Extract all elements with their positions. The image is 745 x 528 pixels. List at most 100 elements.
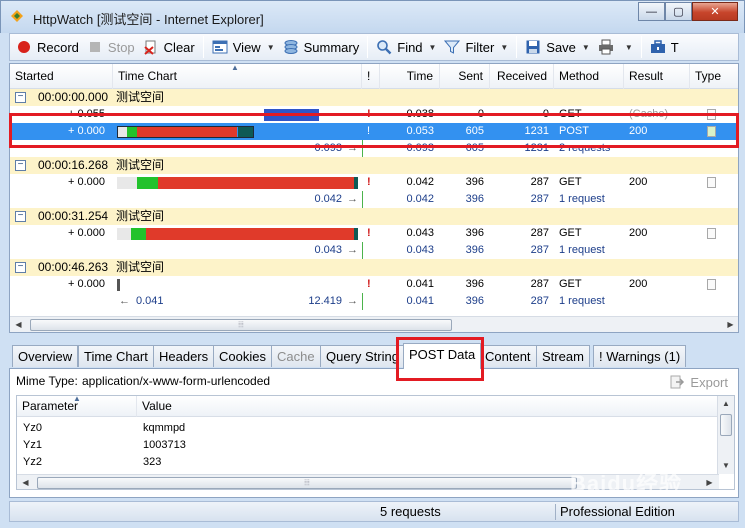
- filter-button[interactable]: Filter ▼: [440, 35, 512, 59]
- tab-cache[interactable]: Cache: [271, 345, 321, 367]
- close-window-button[interactable]: ✕: [692, 2, 738, 21]
- summary-button[interactable]: Summary: [279, 35, 364, 59]
- request-method: GET: [559, 176, 582, 188]
- group-title: 测试空间: [116, 90, 165, 104]
- tab-stream[interactable]: Stream: [536, 345, 590, 367]
- collapse-icon[interactable]: −: [15, 92, 26, 103]
- maximize-button[interactable]: ▢: [665, 2, 692, 21]
- arrow-left-icon: ←: [119, 295, 130, 307]
- column-result[interactable]: Result: [624, 64, 690, 89]
- clear-button[interactable]: Clear: [139, 35, 199, 59]
- vertical-scrollbar[interactable]: ▲ ▼: [717, 396, 734, 474]
- time-chart-bar: [264, 109, 320, 121]
- summary-request-count: 1 request: [559, 193, 605, 205]
- summary-time: 0.042: [406, 193, 434, 205]
- main-toolbar: Record Stop Clear View ▼ Summary Find ▼ …: [9, 33, 739, 61]
- summary-request-count: 1 request: [559, 244, 605, 256]
- export-button[interactable]: Export: [669, 374, 728, 390]
- tools-button[interactable]: T: [646, 35, 683, 59]
- magnifier-icon: [377, 40, 392, 55]
- request-result: 200: [629, 125, 648, 137]
- collapse-icon[interactable]: −: [15, 262, 26, 273]
- collapse-icon[interactable]: −: [15, 160, 26, 171]
- document-type-icon: [707, 228, 716, 239]
- scroll-up-icon[interactable]: ▲: [718, 396, 734, 412]
- table-row[interactable]: + 0.000! 0.042 396 287 GET 200: [10, 174, 738, 191]
- column-time[interactable]: Time: [380, 64, 440, 89]
- warning-indicator: !: [367, 227, 371, 239]
- find-dropdown-icon[interactable]: ▼: [429, 43, 437, 52]
- find-button[interactable]: Find ▼: [372, 35, 440, 59]
- scroll-left-icon[interactable]: ◀: [10, 317, 27, 332]
- time-chart-bar: [354, 177, 358, 189]
- request-method: GET: [559, 278, 582, 290]
- group-summary-row: ← 0.041 12.419 → 0.041 396 287 1 request: [10, 293, 738, 310]
- filter-dropdown-icon[interactable]: ▼: [500, 43, 508, 52]
- request-sent: 605: [465, 125, 484, 137]
- column-sent[interactable]: Sent: [440, 64, 490, 89]
- tab-content[interactable]: Content: [479, 345, 537, 367]
- tab-warnings[interactable]: ! Warnings (1): [593, 345, 687, 367]
- record-label: Record: [37, 39, 79, 55]
- table-row[interactable]: + 0.000! 0.041 396 287 GET 200: [10, 276, 738, 293]
- time-chart-bar: [354, 228, 358, 240]
- save-button[interactable]: Save ▼: [521, 35, 594, 59]
- mime-type-label: Mime Type:: [16, 374, 78, 388]
- column-warning[interactable]: !: [362, 64, 380, 89]
- print-button[interactable]: ▼: [594, 35, 637, 59]
- request-result: 200: [629, 176, 648, 188]
- time-marker-line: [362, 191, 363, 208]
- tab-time-chart[interactable]: Time Chart: [78, 345, 154, 367]
- table-row[interactable]: + 0.000! 0.053 605 1231 POST 200: [10, 123, 738, 140]
- column-value[interactable]: Value: [137, 396, 719, 417]
- table-row[interactable]: + 0.000! 0.043 396 287 GET 200: [10, 225, 738, 242]
- tab-query-string[interactable]: Query String: [320, 345, 405, 367]
- record-button[interactable]: Record: [12, 35, 83, 59]
- horizontal-scrollbar[interactable]: ◀ ⦙⦙⦙ ▶: [10, 316, 738, 332]
- group-title: 测试空间: [116, 209, 165, 223]
- save-dropdown-icon[interactable]: ▼: [582, 43, 590, 52]
- summary-received: 1231: [524, 142, 549, 154]
- column-received[interactable]: Received: [490, 64, 554, 89]
- tab-overview[interactable]: Overview: [12, 345, 79, 367]
- column-type[interactable]: Type: [690, 64, 738, 89]
- document-type-icon: [707, 126, 716, 137]
- page-group-row[interactable]: − 00:00:31.254 测试空间: [10, 208, 738, 225]
- tab-cookies[interactable]: Cookies: [213, 345, 272, 367]
- scroll-thumb[interactable]: [720, 414, 732, 436]
- scroll-down-icon[interactable]: ▼: [718, 458, 734, 474]
- scroll-right-icon[interactable]: ▶: [701, 475, 718, 489]
- page-group-row[interactable]: − 00:00:16.268 测试空间: [10, 157, 738, 174]
- page-group-row[interactable]: − 00:00:46.263 测试空间: [10, 259, 738, 276]
- summary-duration: 0.093: [314, 142, 342, 154]
- column-started[interactable]: Started: [10, 64, 113, 89]
- column-parameter[interactable]: Parameter ▲: [17, 396, 137, 417]
- stop-button[interactable]: Stop: [83, 35, 139, 59]
- column-method[interactable]: Method: [554, 64, 624, 89]
- time-chart-bar: [157, 177, 355, 189]
- collapse-icon[interactable]: −: [15, 211, 26, 222]
- table-row[interactable]: + 0.055! 0.038 0 0 GET (Cache): [10, 106, 738, 123]
- request-list[interactable]: Started Time Chart ▲ ! Time Sent Receive…: [9, 63, 739, 333]
- group-started: 00:00:31.254: [38, 209, 109, 223]
- tab-post-data[interactable]: POST Data: [403, 343, 482, 369]
- tab-headers[interactable]: Headers: [153, 345, 215, 367]
- page-group-row[interactable]: − 00:00:00.000 测试空间: [10, 89, 738, 106]
- request-received: 1231: [524, 125, 549, 137]
- print-dropdown-icon[interactable]: ▼: [625, 43, 633, 52]
- summary-request-count: 2 requests: [559, 142, 611, 154]
- summary-sent: 605: [465, 142, 484, 154]
- view-dropdown-icon[interactable]: ▼: [267, 43, 275, 52]
- minimize-button[interactable]: —: [638, 2, 665, 21]
- scroll-thumb[interactable]: ⦙⦙⦙: [37, 477, 577, 489]
- scroll-thumb[interactable]: ⦙⦙⦙: [30, 319, 452, 331]
- view-button[interactable]: View ▼: [208, 35, 279, 59]
- request-sent: 0: [477, 108, 484, 120]
- scroll-right-icon[interactable]: ▶: [722, 317, 738, 332]
- summary-time: 0.041: [406, 295, 434, 307]
- time-chart-bar: [117, 177, 138, 189]
- column-time-chart[interactable]: Time Chart ▲: [113, 64, 362, 89]
- request-offset: + 0.000: [67, 278, 105, 290]
- summary-sent: 396: [465, 295, 484, 307]
- scroll-left-icon[interactable]: ◀: [17, 475, 34, 489]
